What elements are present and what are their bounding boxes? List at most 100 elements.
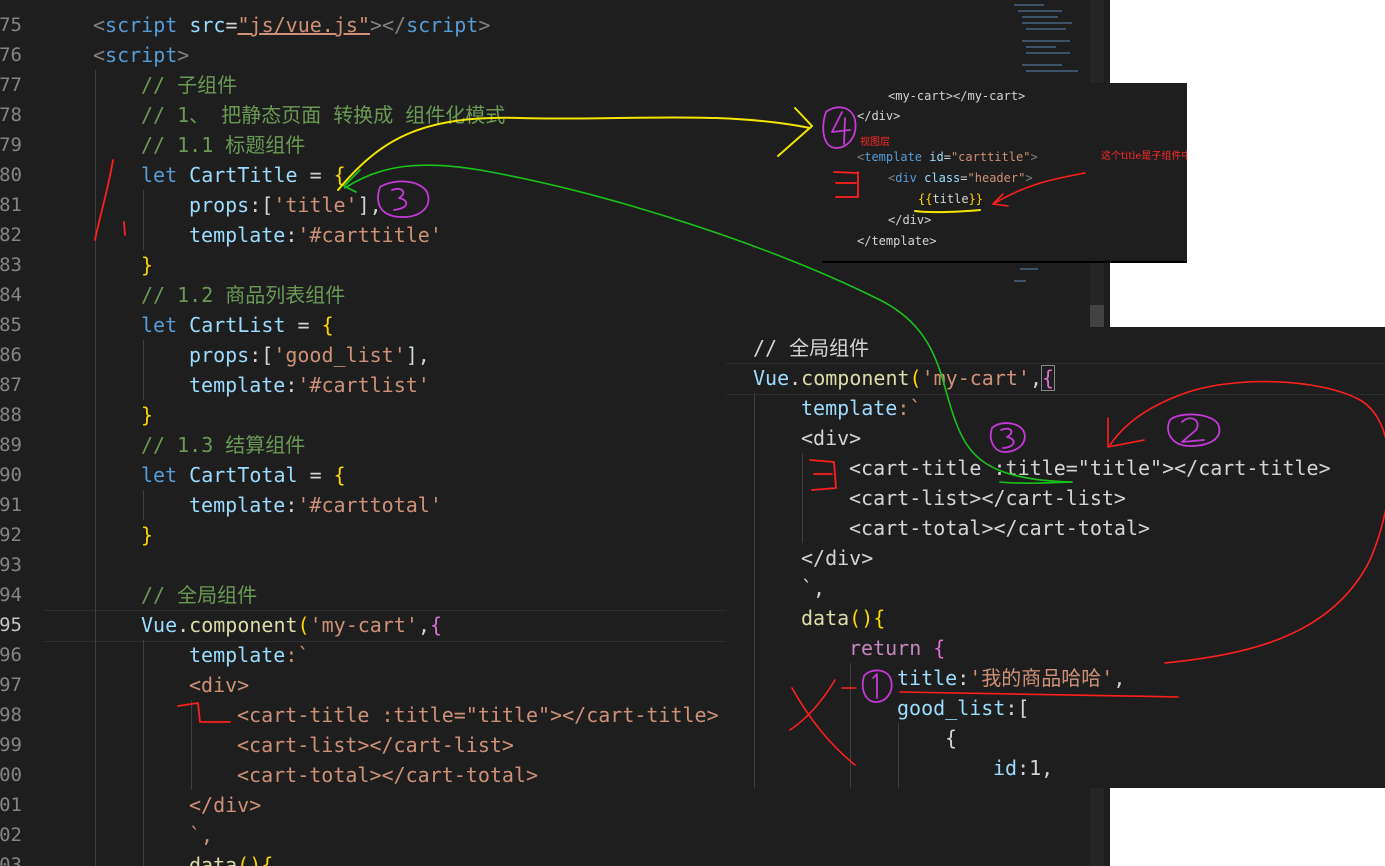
snippet-line: id:1, [993,753,1053,783]
code-line-75[interactable]: <script src="js/vue.js"></script> [93,10,490,40]
code-line-97[interactable]: <div> [189,670,249,700]
snippet-line: data(){ [801,603,885,633]
code-line-78[interactable]: // 1、 把静态页面 转换成 组件化模式 [141,100,505,130]
token: data [189,853,238,866]
token: CartList [177,313,286,337]
code-line-96[interactable]: template:` [189,640,309,670]
code-line-85[interactable]: let CartList = { [141,310,334,340]
code-line-99[interactable]: <cart-list></cart-list> [237,730,514,760]
snippet-line: <cart-title :title="title"></cart-title> [849,456,1331,480]
snippet-line: <cart-total></cart-total> [849,516,1151,540]
line-number: 87 [0,374,22,396]
line-number: 88 [0,404,22,426]
code-line-87[interactable]: template:'#cartlist' [189,370,430,400]
token: ], [405,343,430,367]
code-line-77[interactable]: // 子组件 [141,70,237,100]
token: :[ [249,343,274,367]
line-number: 84 [0,284,22,306]
token: title [932,192,969,206]
code-line-102[interactable]: `, [189,820,213,850]
token: template [189,493,286,517]
code-line-91[interactable]: template:'#carttotal' [189,490,442,520]
indent-guide [898,723,899,788]
code-line-103[interactable]: data(){ [189,850,273,866]
token: > [478,13,491,37]
token: CartTotal [177,463,298,487]
token: return [849,636,922,660]
token: data [801,606,850,630]
line-number: 85 [0,314,22,336]
token: "header" [967,171,1026,185]
token: script [406,13,479,37]
token: src [177,13,226,37]
token: = [225,13,238,37]
code-line-101[interactable]: </div> [189,790,261,820]
code-line-79[interactable]: // 1.1 标题组件 [141,130,305,160]
code-line-86[interactable]: props:['good_list'], [189,340,430,370]
snippet-line: <div class="header"> [888,169,1033,187]
code-line-76[interactable]: <script> [93,40,189,70]
indent-guide [850,663,851,788]
snippet-line: `, [801,576,826,600]
token: component [801,366,910,390]
snippet-line: title:'我的商品哈哈', [897,663,1125,693]
token: ></ [369,13,407,37]
token: , [417,613,431,637]
code-line-84[interactable]: // 1.2 商品列表组件 [141,280,345,310]
code-line-92[interactable]: } [141,520,153,550]
minimap-line [1018,10,1062,12]
token: '我的商品哈哈' [969,666,1114,690]
line-number: 00 [0,764,22,786]
line-number: 94 [0,584,22,606]
code-line-98[interactable]: <cart-title :title="title"></cart-title> [237,700,719,730]
token: let [141,463,178,487]
minimap-line [1026,46,1056,48]
snippet-line: // 全局组件 [753,336,870,360]
line-number: 80 [0,164,22,186]
line-number: 02 [0,824,22,846]
code-line-80[interactable]: let CartTitle = { [141,160,346,190]
token: template [189,223,286,247]
minimap-line [1022,16,1058,18]
code-line-88[interactable]: } [141,400,153,430]
token: template [189,373,286,397]
token: :[ [249,193,274,217]
indent-guide [143,190,144,250]
code-line-100[interactable]: <cart-total></cart-total> [237,760,538,790]
code-line-81[interactable]: props:['title'], [189,190,382,220]
code-line-89[interactable]: // 1.3 结算组件 [141,430,305,460]
indent-guide [754,393,755,788]
snippet-line: <div> [801,426,862,450]
line-number: 93 [0,554,22,576]
code-line-83[interactable]: } [141,250,153,280]
snippet-line: </div> [801,546,874,570]
line-number: 03 [0,854,22,866]
indent-guide [143,490,144,520]
token: }} [968,192,984,206]
token: > [1025,171,1033,185]
token: template [189,643,286,667]
token: : [285,373,298,397]
token: script [105,13,178,37]
token: = [297,463,334,487]
minimap-line [1026,28,1066,30]
line-number: 83 [0,254,22,276]
snippet-line: { [945,726,958,750]
code-line-95[interactable]: Vue.component('my-cart',{ [141,610,442,640]
snippet-line: </div> [857,109,901,123]
snippet-line: template:` [801,393,921,423]
token: > [1030,150,1038,164]
code-line-90[interactable]: let CartTotal = { [141,460,346,490]
token: , [1029,366,1043,390]
code-line-94[interactable]: // 全局组件 [141,580,257,610]
minimap-line [1020,268,1038,270]
token: { [430,613,443,637]
snippet-line: <template id="carttitle"> [857,148,1038,166]
snippet-line: good_list:[ [897,693,1029,723]
token: div [895,171,917,185]
snippet-line: <my-cart></my-cart> [888,89,1026,103]
script-src-link[interactable]: "js/vue.js" [238,13,370,37]
annotation-note: 这个title是子组件中pr [1101,151,1187,162]
token: '#cartlist' [297,373,430,397]
code-line-82[interactable]: template:'#carttitle' [189,220,442,250]
